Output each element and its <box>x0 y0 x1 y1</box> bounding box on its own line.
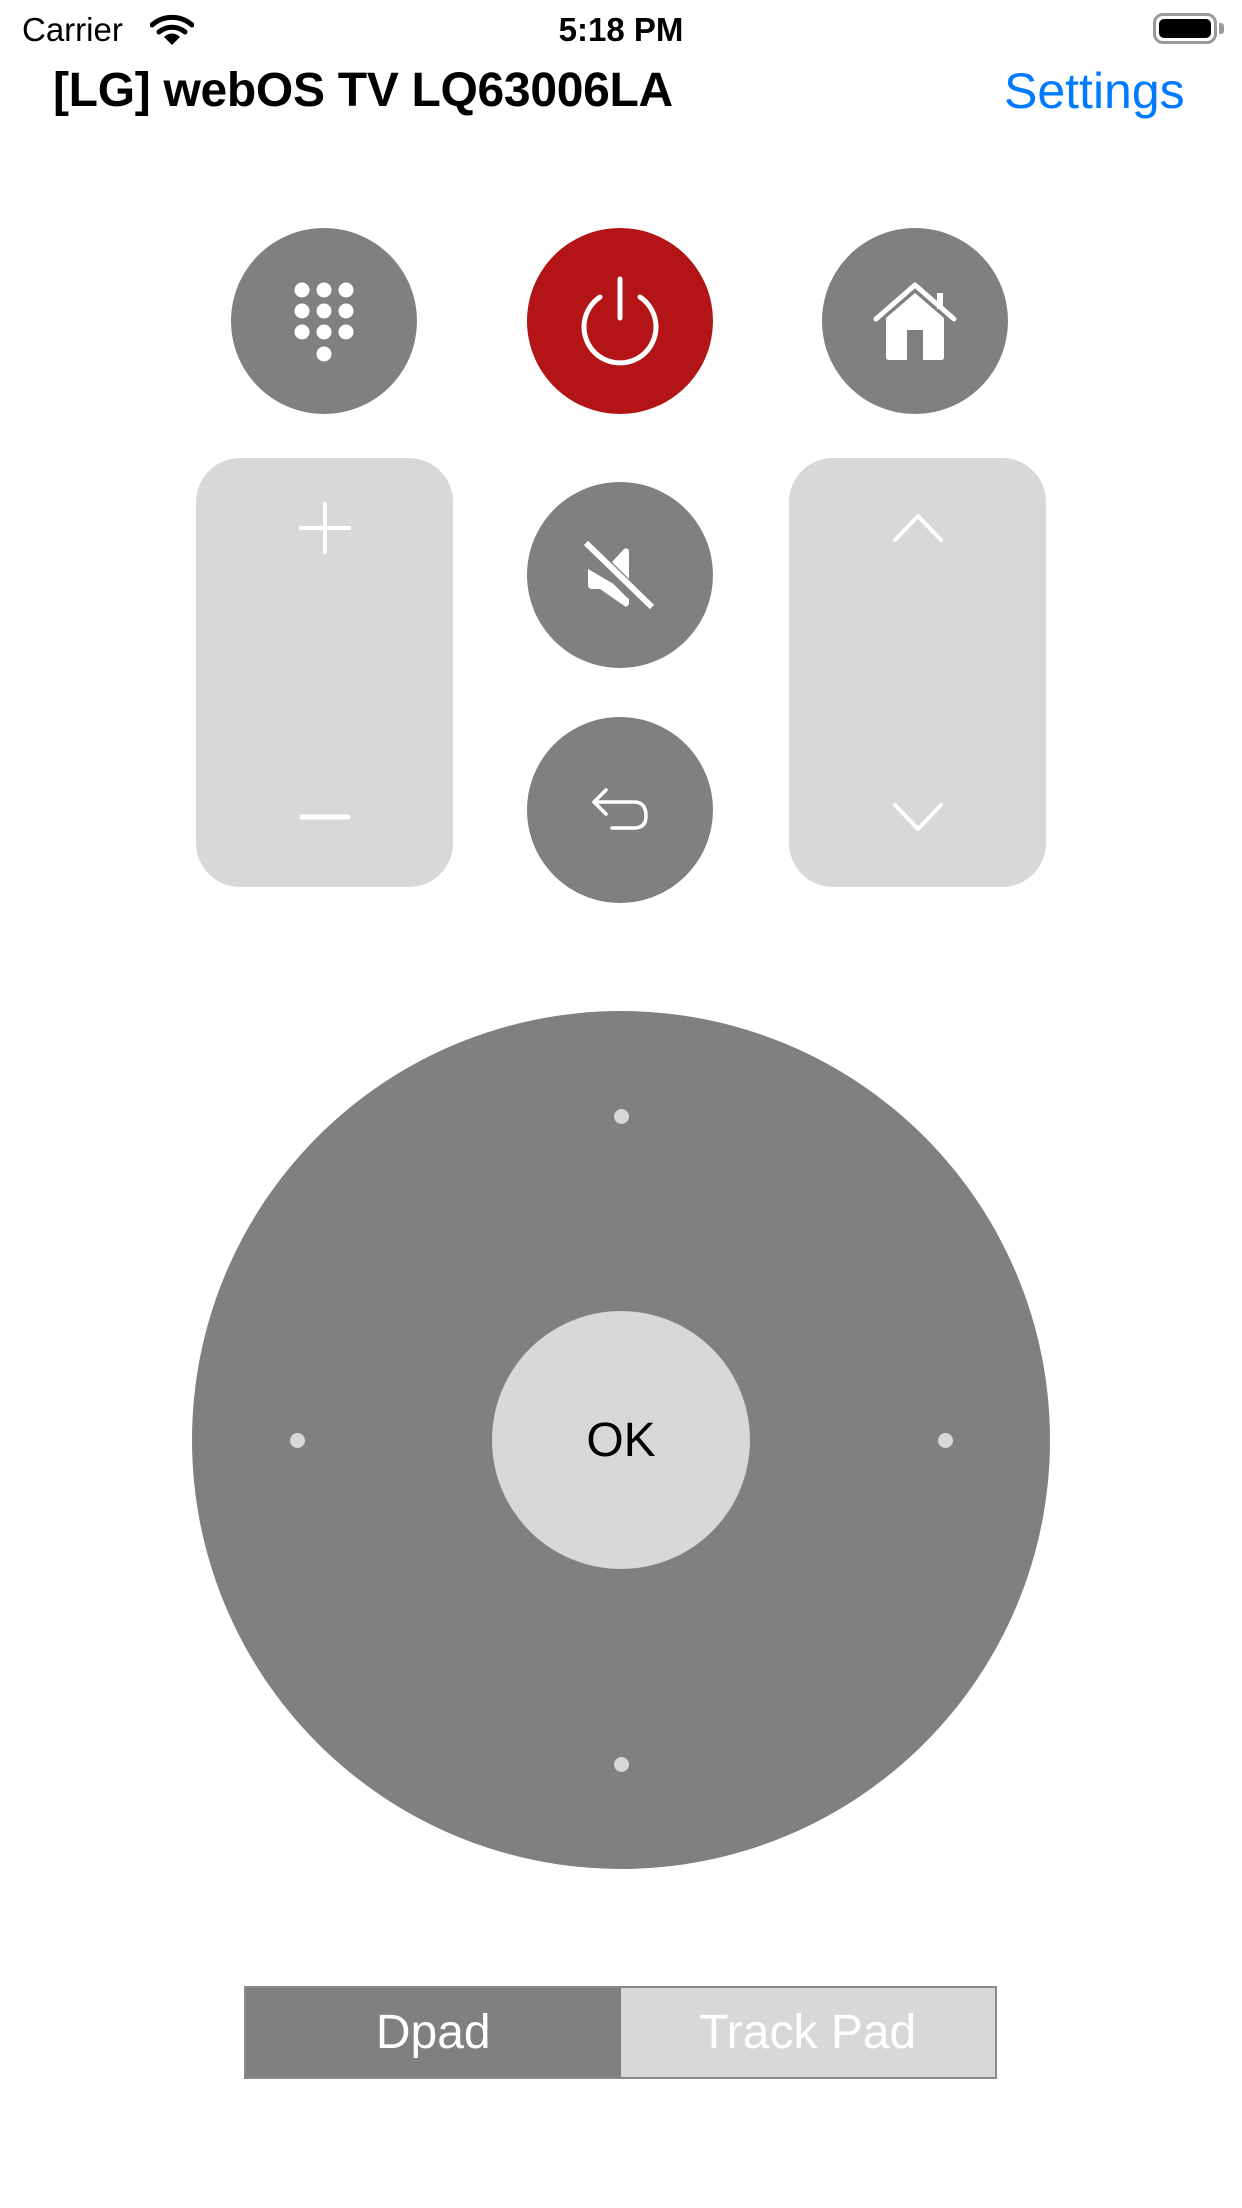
channel-up-button[interactable] <box>789 458 1046 598</box>
home-icon <box>873 282 957 360</box>
volume-up-button[interactable] <box>196 458 453 598</box>
mute-button[interactable] <box>527 482 713 668</box>
volume-down-button[interactable] <box>196 747 453 887</box>
return-arrow-icon <box>592 788 648 830</box>
chevron-up-icon <box>892 514 943 542</box>
power-icon <box>581 276 659 366</box>
dpad-down-marker[interactable] <box>613 1756 629 1772</box>
mode-segmented-control: Dpad Track Pad <box>244 1986 997 2079</box>
settings-button[interactable]: Settings <box>1004 62 1185 120</box>
channel-rocker <box>789 458 1046 887</box>
dpad-right-marker[interactable] <box>937 1432 953 1448</box>
segment-dpad[interactable]: Dpad <box>246 1988 621 2077</box>
segment-track-pad[interactable]: Track Pad <box>620 1988 995 2077</box>
dpad-left-marker[interactable] <box>289 1432 305 1448</box>
channel-down-button[interactable] <box>789 747 1046 887</box>
plus-icon <box>298 502 351 554</box>
minus-icon <box>299 814 350 820</box>
home-button[interactable] <box>822 228 1008 414</box>
keypad-icon <box>294 282 354 362</box>
power-button[interactable] <box>527 228 713 414</box>
keypad-button[interactable] <box>231 228 417 414</box>
volume-rocker <box>196 458 453 887</box>
battery-tip <box>1219 23 1224 34</box>
chevron-down-icon <box>892 803 943 831</box>
ok-button[interactable]: OK <box>492 1311 750 1569</box>
back-button[interactable] <box>527 717 713 903</box>
battery-icon <box>1153 13 1217 44</box>
speaker-muted-icon <box>582 540 655 610</box>
device-title: [LG] webOS TV LQ63006LA <box>53 64 673 117</box>
dpad-up-marker[interactable] <box>613 1108 629 1124</box>
status-time: 5:18 PM <box>558 11 684 48</box>
